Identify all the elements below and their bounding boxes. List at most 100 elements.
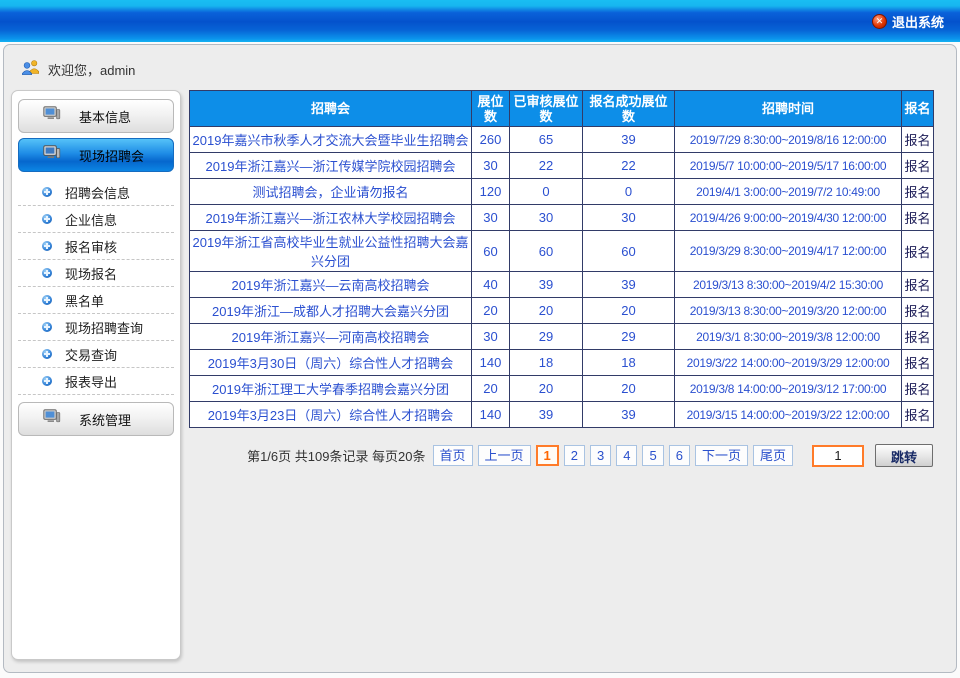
sidebar-subitem-label: 交易查询 <box>65 345 117 364</box>
fair-title-link[interactable]: 2019年浙江嘉兴—浙江传媒学院校园招聘会 <box>190 153 472 179</box>
fair-title-link[interactable]: 2019年浙江—成都人才招聘大会嘉兴分团 <box>190 298 472 324</box>
jump-button[interactable]: 跳转 <box>875 444 933 467</box>
registered-booth-count: 22 <box>583 153 675 179</box>
registered-booth-count: 39 <box>583 272 675 298</box>
signup-link[interactable]: 报名 <box>902 324 934 350</box>
booth-count: 140 <box>472 402 510 428</box>
registered-booth-count: 29 <box>583 324 675 350</box>
signup-link[interactable]: 报名 <box>902 127 934 153</box>
current-page-button[interactable]: 1 <box>536 445 559 466</box>
fair-title-link[interactable]: 2019年浙江理工大学春季招聘会嘉兴分团 <box>190 376 472 402</box>
prev-page-button[interactable]: 上一页 <box>478 445 531 466</box>
registered-booth-count: 20 <box>583 298 675 324</box>
plus-icon <box>42 322 52 332</box>
page-number-button[interactable]: 2 <box>564 445 585 466</box>
fair-title-link[interactable]: 2019年3月30日（周六）综合性人才招聘会 <box>190 350 472 376</box>
plus-icon <box>42 295 52 305</box>
sidebar-group-label: 基本信息 <box>79 107 131 126</box>
signup-link[interactable]: 报名 <box>902 402 934 428</box>
fair-title-link[interactable]: 2019年浙江嘉兴—云南高校招聘会 <box>190 272 472 298</box>
signup-link[interactable]: 报名 <box>902 272 934 298</box>
welcome-text: 欢迎您，admin <box>48 60 135 79</box>
fair-title-link[interactable]: 2019年浙江嘉兴—河南高校招聘会 <box>190 324 472 350</box>
signup-link[interactable]: 报名 <box>902 179 934 205</box>
page-number-button[interactable]: 3 <box>590 445 611 466</box>
reviewed-booth-count: 20 <box>510 298 583 324</box>
plus-icon <box>42 349 52 359</box>
recruit-time: 2019/3/29 8:30:00~2019/4/17 12:00:00 <box>675 231 902 272</box>
table-row: 2019年浙江省高校毕业生就业公益性招聘大会嘉兴分团 60 60 60 2019… <box>190 231 934 272</box>
monitor-icon <box>43 145 61 165</box>
sidebar-group-basic-info[interactable]: 基本信息 <box>18 99 174 133</box>
fair-title-link[interactable]: 2019年嘉兴市秋季人才交流大会暨毕业生招聘会 <box>190 127 472 153</box>
plus-icon <box>42 214 52 224</box>
signup-link[interactable]: 报名 <box>902 298 934 324</box>
sidebar-subitem-label: 黑名单 <box>65 291 104 310</box>
welcome-bar: 欢迎您，admin <box>11 55 956 90</box>
table-row: 2019年浙江—成都人才招聘大会嘉兴分团 20 20 20 2019/3/13 … <box>190 298 934 324</box>
recruit-time: 2019/5/7 10:00:00~2019/5/17 16:00:00 <box>675 153 902 179</box>
reviewed-booth-count: 65 <box>510 127 583 153</box>
recruit-time: 2019/3/13 8:30:00~2019/4/2 15:30:00 <box>675 272 902 298</box>
registered-booth-count: 39 <box>583 402 675 428</box>
signup-link[interactable]: 报名 <box>902 205 934 231</box>
table-header-cell: 已审核展位数 <box>510 91 583 127</box>
reviewed-booth-count: 20 <box>510 376 583 402</box>
sidebar-subitem-label: 报名审核 <box>65 237 117 256</box>
page-number-button[interactable]: 6 <box>669 445 690 466</box>
signup-link[interactable]: 报名 <box>902 231 934 272</box>
recruit-time: 2019/4/1 3:00:00~2019/7/2 10:49:00 <box>675 179 902 205</box>
jobfair-table-body: 2019年嘉兴市秋季人才交流大会暨毕业生招聘会 260 65 39 2019/7… <box>190 127 934 428</box>
sidebar-subitem[interactable]: 交易查询 <box>18 341 174 368</box>
sidebar-subitem[interactable]: 招聘会信息 <box>18 179 174 206</box>
logout-button[interactable]: ✕ 退出系统 <box>872 12 944 31</box>
signup-link[interactable]: 报名 <box>902 350 934 376</box>
sidebar-group-label: 系统管理 <box>79 410 131 429</box>
page-number-button[interactable]: 4 <box>616 445 637 466</box>
recruit-time: 2019/3/22 14:00:00~2019/3/29 12:00:00 <box>675 350 902 376</box>
jump-page-input[interactable] <box>812 445 864 467</box>
signup-link[interactable]: 报名 <box>902 153 934 179</box>
booth-count: 20 <box>472 376 510 402</box>
signup-link[interactable]: 报名 <box>902 376 934 402</box>
fair-title-link[interactable]: 2019年浙江省高校毕业生就业公益性招聘大会嘉兴分团 <box>190 231 472 272</box>
page-number-button[interactable]: 5 <box>642 445 663 466</box>
booth-count: 60 <box>472 231 510 272</box>
sidebar-subitem[interactable]: 现场报名 <box>18 260 174 287</box>
fair-title-link[interactable]: 2019年浙江嘉兴—浙江农林大学校园招聘会 <box>190 205 472 231</box>
sidebar-subitem[interactable]: 报表导出 <box>18 368 174 395</box>
first-page-button[interactable]: 首页 <box>433 445 473 466</box>
plus-icon <box>42 187 52 197</box>
pagination-bar: 第1/6页 共109条记录 每页20条 首页 上一页 123456 下一页 尾页… <box>189 444 933 467</box>
plus-icon <box>42 241 52 251</box>
next-page-button[interactable]: 下一页 <box>695 445 748 466</box>
users-icon <box>21 59 41 80</box>
registered-booth-count: 39 <box>583 127 675 153</box>
table-row: 测试招聘会，企业请勿报名 120 0 0 2019/4/1 3:00:00~20… <box>190 179 934 205</box>
fair-title-link[interactable]: 2019年3月23日（周六）综合性人才招聘会 <box>190 402 472 428</box>
booth-count: 140 <box>472 350 510 376</box>
sidebar-group-onsite-fair[interactable]: 现场招聘会 <box>18 138 174 172</box>
table-row: 2019年浙江嘉兴—河南高校招聘会 30 29 29 2019/3/1 8:30… <box>190 324 934 350</box>
table-header-row: 招聘会展位数已审核展位数报名成功展位数招聘时间报名 <box>190 91 934 127</box>
sidebar-subitem[interactable]: 企业信息 <box>18 206 174 233</box>
sidebar-subitem[interactable]: 报名审核 <box>18 233 174 260</box>
table-header-cell: 报名 <box>902 91 934 127</box>
logout-label: 退出系统 <box>892 12 944 31</box>
booth-count: 30 <box>472 205 510 231</box>
booth-count: 20 <box>472 298 510 324</box>
fair-title-link[interactable]: 测试招聘会，企业请勿报名 <box>190 179 472 205</box>
booth-count: 260 <box>472 127 510 153</box>
top-bar: ✕ 退出系统 <box>0 0 960 42</box>
pagination-summary: 第1/6页 共109条记录 每页20条 <box>247 446 425 465</box>
table-header-cell: 展位数 <box>472 91 510 127</box>
sidebar-group-system-admin[interactable]: 系统管理 <box>18 402 174 436</box>
registered-booth-count: 18 <box>583 350 675 376</box>
sidebar-subitem[interactable]: 现场招聘查询 <box>18 314 174 341</box>
jobfair-table: 招聘会展位数已审核展位数报名成功展位数招聘时间报名 2019年嘉兴市秋季人才交流… <box>189 90 934 428</box>
page-number-list: 123456 <box>536 445 690 466</box>
last-page-button[interactable]: 尾页 <box>753 445 793 466</box>
sidebar-subitem[interactable]: 黑名单 <box>18 287 174 314</box>
sidebar-group-label: 现场招聘会 <box>79 146 144 165</box>
registered-booth-count: 20 <box>583 376 675 402</box>
